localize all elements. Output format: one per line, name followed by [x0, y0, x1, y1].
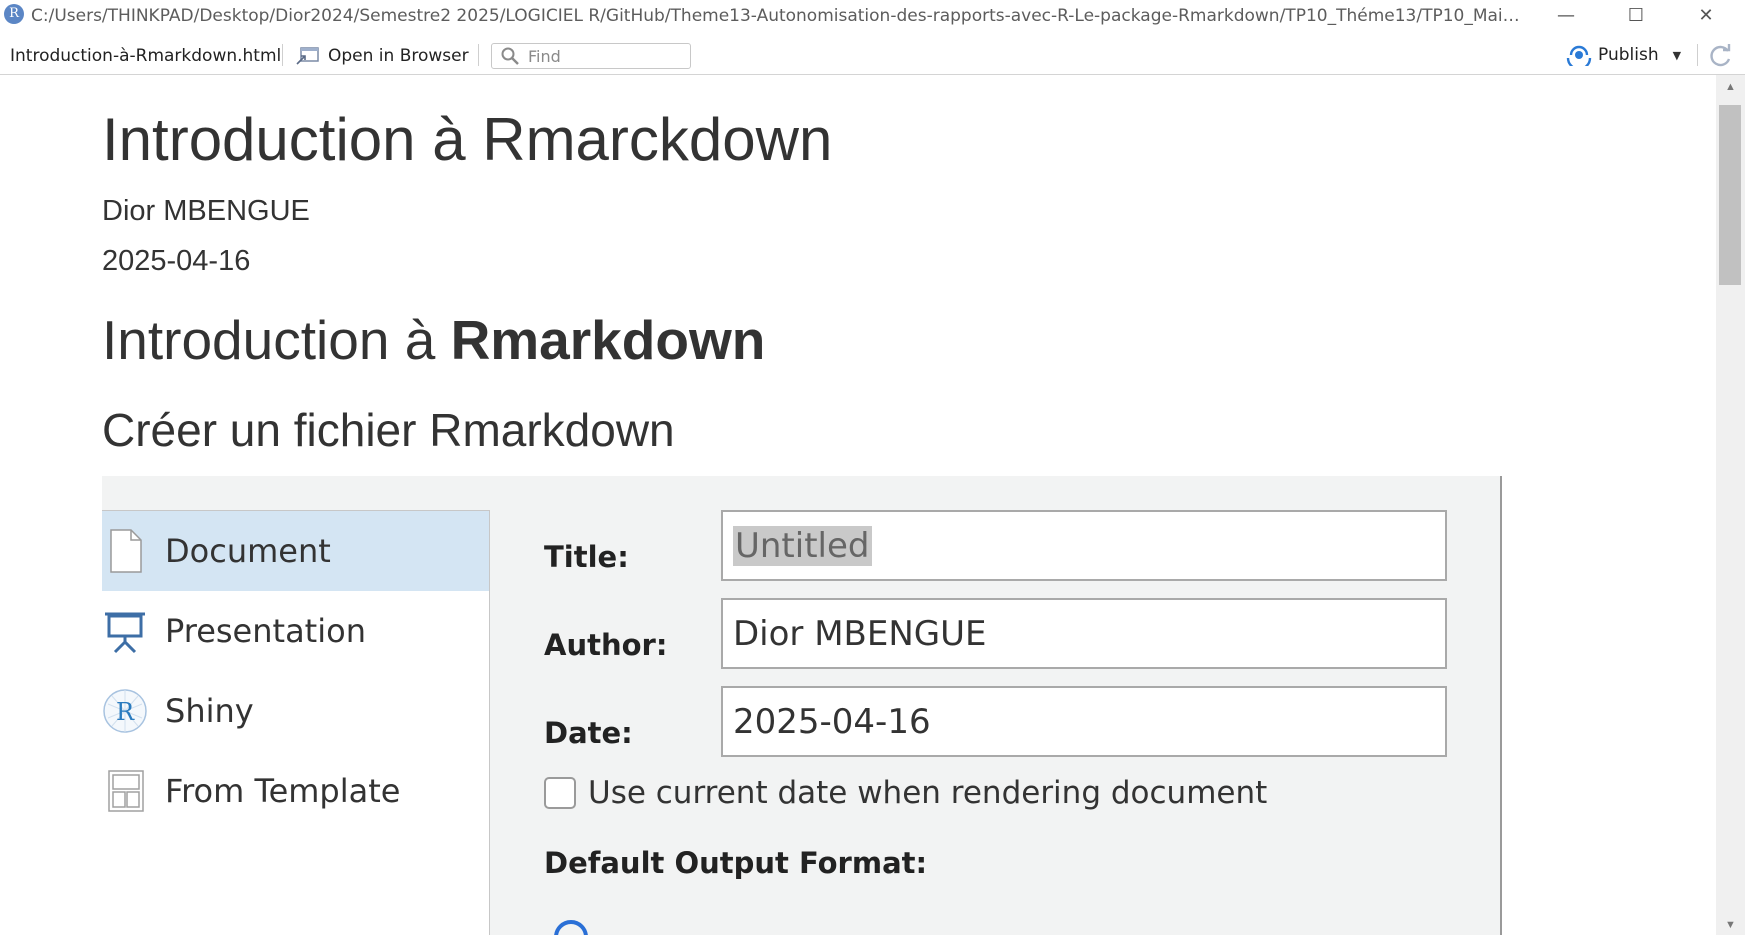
use-current-date-label: Use current date when rendering document — [588, 775, 1268, 811]
author-label: Author: — [544, 628, 668, 662]
template-icon — [108, 770, 144, 812]
chevron-down-icon[interactable]: ▼ — [1673, 49, 1681, 62]
document-date: 2025-04-16 — [102, 245, 251, 277]
sidebar-item-shiny: R Shiny — [102, 671, 489, 751]
window-title: C:/Users/THINKPAD/Desktop/Dior2024/Semes… — [31, 6, 1521, 26]
toolbar-divider — [478, 44, 479, 66]
toolbar-divider — [282, 44, 283, 66]
sidebar-item-presentation: Presentation — [102, 591, 489, 671]
date-label: Date: — [544, 716, 633, 750]
presentation-icon — [105, 612, 145, 654]
document-author: Dior MBENGUE — [102, 195, 310, 227]
rstudio-app-icon: R — [4, 4, 24, 24]
html-radio-button — [554, 920, 588, 935]
find-box[interactable] — [491, 43, 691, 69]
shiny-icon: R — [103, 689, 147, 733]
scrollbar-thumb[interactable] — [1719, 105, 1741, 285]
refresh-icon[interactable] — [1708, 43, 1734, 69]
scroll-down-arrow-icon[interactable]: ▼ — [1716, 915, 1745, 935]
section-heading-introduction: Introduction à Rmarkdown — [102, 308, 765, 372]
search-icon — [501, 47, 519, 65]
window-titlebar: R C:/Users/THINKPAD/Desktop/Dior2024/Sem… — [0, 0, 1745, 34]
title-field-value: Untitled — [733, 525, 872, 566]
publish-icon — [1566, 45, 1592, 66]
title-label: Title: — [544, 540, 629, 574]
open-in-browser-icon — [296, 47, 319, 65]
scroll-up-arrow-icon[interactable]: ▲ — [1716, 77, 1745, 97]
dialog-sidebar: Document Presentation R Shiny From Templ… — [102, 510, 490, 935]
close-button[interactable]: ✕ — [1682, 0, 1730, 34]
author-field-value: Dior MBENGUE — [733, 613, 987, 654]
date-field-value: 2025-04-16 — [733, 701, 931, 742]
document-title: Introduction à Rmarckdown — [102, 106, 833, 173]
maximize-button[interactable]: ☐ — [1612, 0, 1660, 34]
sidebar-label-shiny: Shiny — [165, 692, 254, 730]
section-heading-bold: Rmarkdown — [450, 309, 766, 371]
new-rmarkdown-dialog-screenshot: Document Presentation R Shiny From Templ… — [102, 476, 1516, 935]
viewer-toolbar: Introduction-à-Rmarkdown.html Open in Br… — [0, 36, 1745, 75]
cropped-window-edge — [1500, 476, 1516, 935]
minimize-button[interactable]: — — [1542, 0, 1590, 34]
sidebar-label-document: Document — [165, 532, 331, 570]
section-heading-prefix: Introduction à — [102, 309, 451, 371]
document-icon — [110, 529, 142, 573]
vertical-scrollbar[interactable]: ▲ ▼ — [1716, 75, 1745, 935]
sidebar-item-document: Document — [102, 511, 489, 591]
open-in-browser-button[interactable]: Open in Browser — [296, 44, 469, 68]
file-name-label: Introduction-à-Rmarkdown.html — [10, 46, 282, 66]
title-field: Untitled — [721, 510, 1447, 581]
default-output-format-label: Default Output Format: — [544, 846, 928, 880]
open-in-browser-label: Open in Browser — [328, 46, 469, 66]
sidebar-label-from-template: From Template — [165, 772, 401, 810]
sidebar-item-from-template: From Template — [102, 751, 489, 831]
sidebar-label-presentation: Presentation — [165, 612, 366, 650]
publish-label: Publish — [1598, 45, 1659, 65]
use-current-date-checkbox — [544, 777, 576, 809]
author-field: Dior MBENGUE — [721, 598, 1447, 669]
find-input[interactable] — [526, 45, 680, 67]
toolbar-divider — [1697, 44, 1698, 66]
svg-text:R: R — [116, 698, 135, 726]
date-field: 2025-04-16 — [721, 686, 1447, 757]
publish-button[interactable]: Publish ▼ — [1566, 44, 1681, 66]
section-heading-create-file: Créer un fichier Rmarkdown — [102, 404, 675, 456]
